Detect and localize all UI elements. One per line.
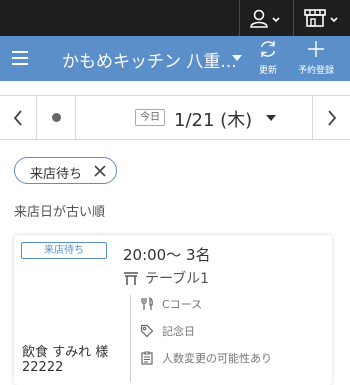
guest-number: 22222	[22, 360, 64, 375]
course-name: Cコース	[162, 298, 203, 311]
dot-icon	[51, 113, 61, 122]
date-navigation: 今日 1/21 (木)	[0, 95, 350, 140]
tag-icon	[140, 324, 154, 338]
account-menu-button[interactable]	[240, 0, 292, 36]
filter-chip-label: 来店待ち	[30, 167, 83, 182]
refresh-button[interactable]: 更新	[246, 38, 290, 78]
filter-chip[interactable]: 来店待ち	[14, 157, 117, 184]
guest-name: 飲食 すみれ 様	[22, 345, 109, 360]
hamburger-menu-button[interactable]	[10, 46, 32, 68]
sort-order-label[interactable]: 来店日が古い順	[14, 201, 105, 220]
date-selector[interactable]: 今日 1/21 (木)	[76, 96, 312, 139]
top-bar	[0, 0, 350, 36]
new-reservation-button[interactable]: 予約登録	[294, 38, 338, 78]
current-time-button[interactable]	[37, 96, 75, 139]
reservation-card[interactable]: 来店待ち 20:00〜 3名 テーブル1 Cコース 記念日 人数変更の可能性あり…	[14, 235, 332, 385]
store-name[interactable]: かもめキッチン 八重...	[62, 47, 237, 72]
status-badge: 来店待ち	[21, 242, 107, 259]
note-info: 人数変更の可能性あり	[140, 350, 272, 366]
new-reservation-label: 予約登録	[297, 66, 334, 76]
plus-icon	[308, 41, 324, 57]
chevron-down-icon[interactable]	[232, 55, 242, 61]
next-day-button[interactable]	[313, 96, 350, 139]
occasion-info: 記念日	[140, 323, 195, 339]
note-text: 人数変更の可能性あり	[162, 352, 272, 365]
occasion-label: 記念日	[162, 325, 195, 338]
current-date: 1/21 (木)	[174, 110, 253, 131]
reservation-time: 20:00〜 3名	[123, 246, 211, 264]
today-badge[interactable]: 今日	[135, 109, 165, 126]
user-icon	[250, 9, 280, 28]
refresh-icon	[260, 41, 276, 57]
table-icon	[124, 272, 138, 285]
chevron-left-icon	[13, 109, 22, 126]
table-info: テーブル1	[123, 268, 209, 288]
cutlery-icon	[141, 297, 153, 310]
course-info: Cコース	[140, 296, 202, 312]
memo-icon	[141, 351, 153, 365]
store-icon	[304, 9, 338, 27]
chevron-down-icon	[266, 115, 276, 121]
table-name: テーブル1	[145, 271, 210, 287]
store-menu-button[interactable]	[294, 0, 350, 36]
refresh-label: 更新	[258, 66, 277, 76]
close-icon[interactable]	[93, 164, 107, 178]
menu-icon	[12, 51, 28, 53]
previous-day-button[interactable]	[0, 96, 36, 139]
app-header: かもめキッチン 八重... 更新 予約登録	[0, 36, 350, 81]
chevron-right-icon	[327, 109, 336, 126]
